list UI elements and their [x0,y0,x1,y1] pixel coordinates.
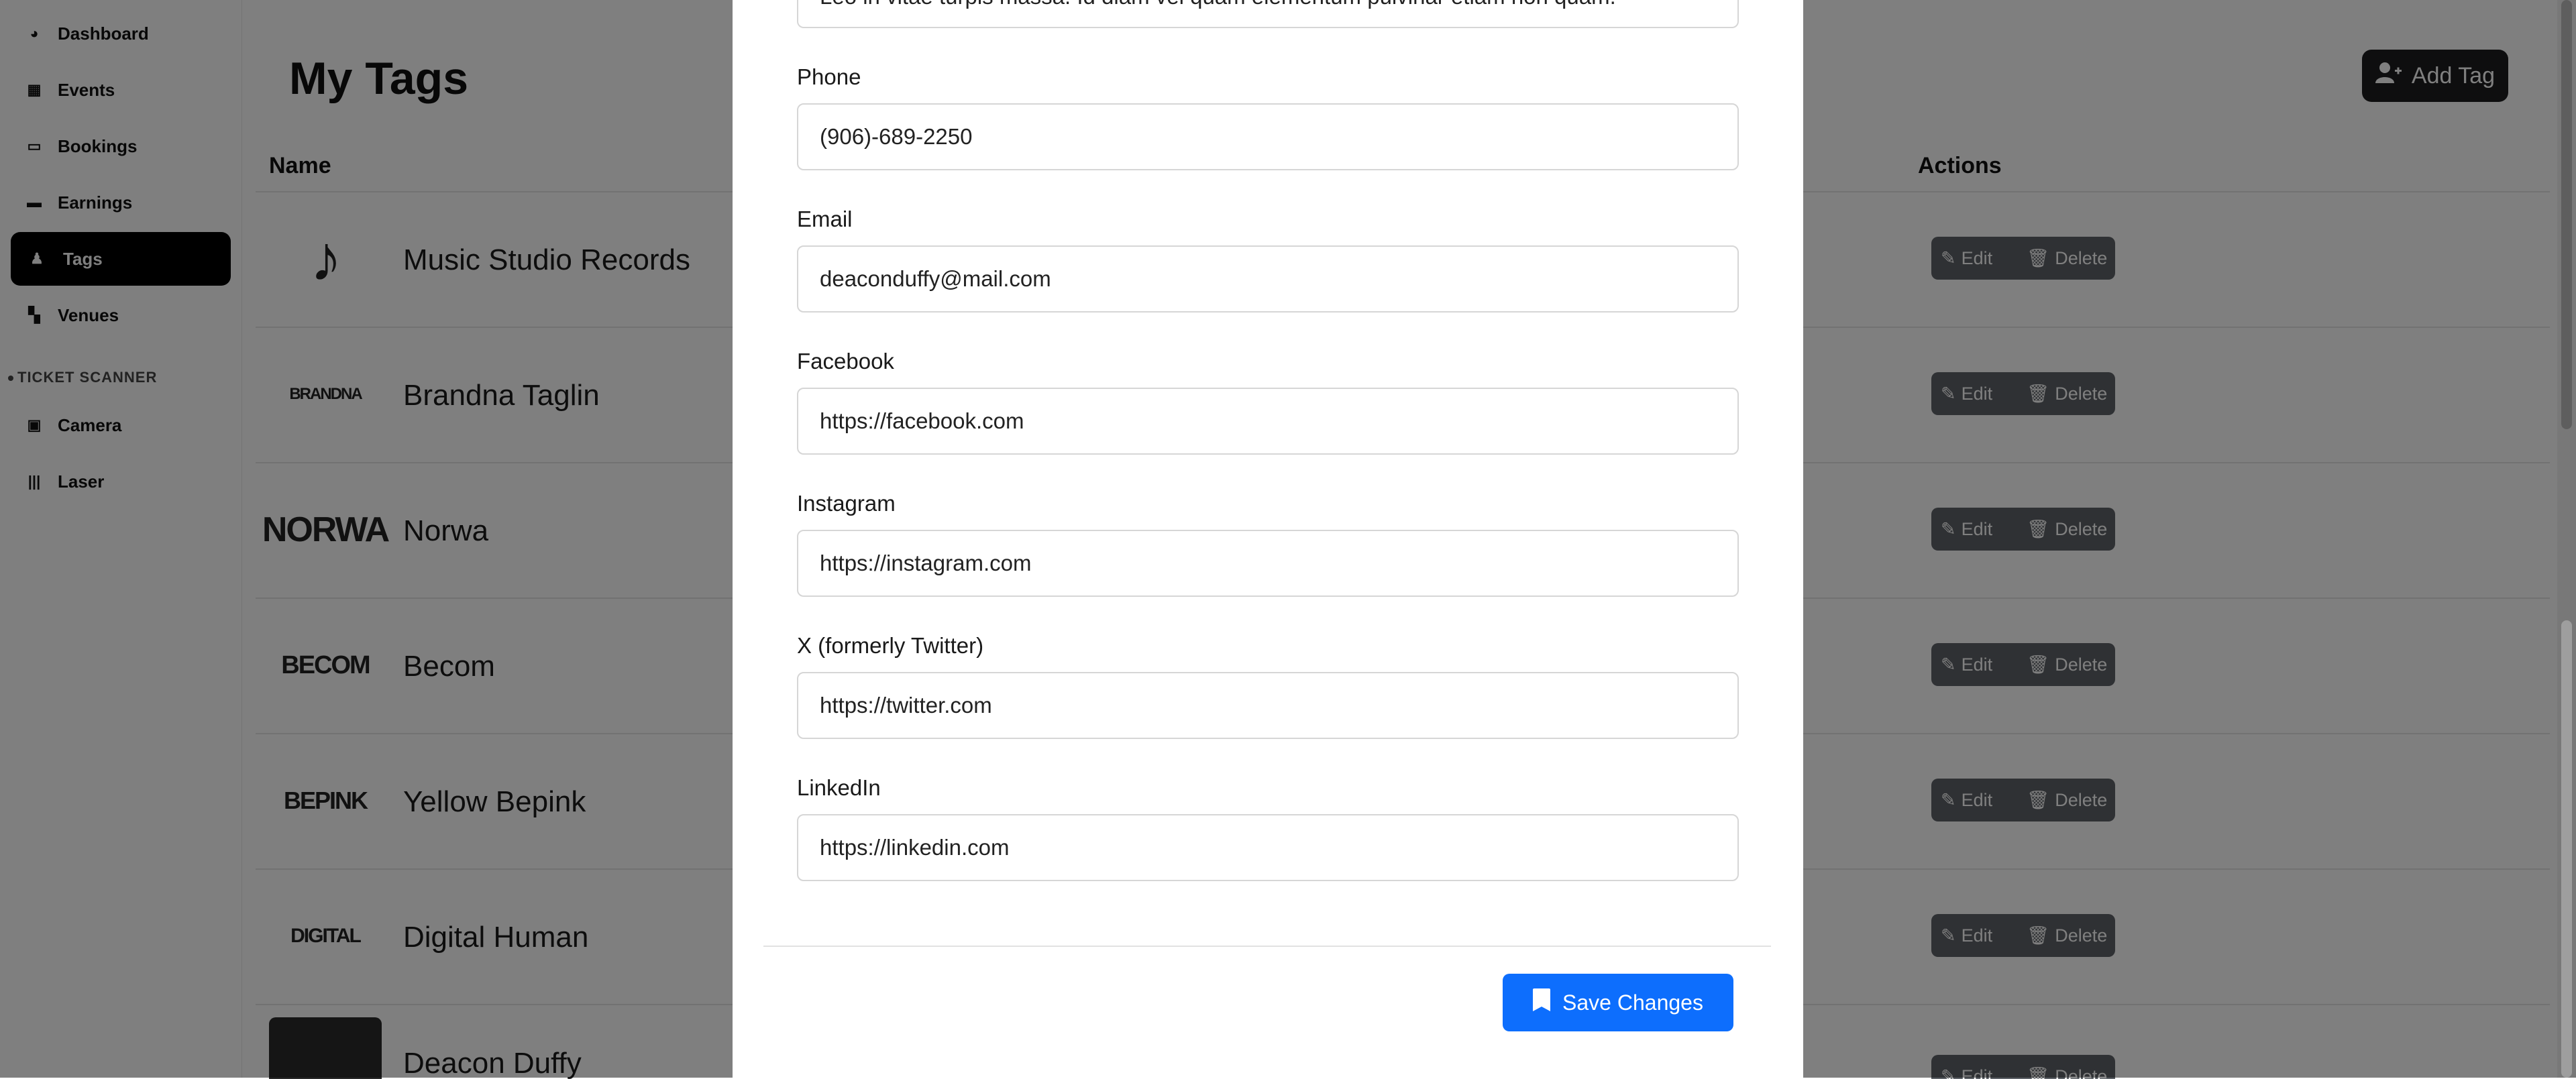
save-icon [1533,988,1550,1017]
modal-scrollbar-thumb[interactable] [2561,620,2572,1078]
description-field[interactable]: Leo in vitae turpis massa. Id diam vel q… [797,0,1739,28]
facebook-field[interactable] [797,388,1739,455]
instagram-field[interactable] [797,530,1739,597]
email-field[interactable] [797,245,1739,313]
instagram-label: Instagram [797,491,896,516]
linkedin-label: LinkedIn [797,775,881,801]
description-value: Leo in vitae turpis massa. Id diam vel q… [820,0,1716,9]
save-changes-label: Save Changes [1562,990,1703,1015]
twitter-field[interactable] [797,672,1739,739]
phone-field[interactable] [797,103,1739,170]
twitter-label: X (formerly Twitter) [797,633,983,659]
phone-label: Phone [797,64,861,90]
linkedin-field[interactable] [797,814,1739,881]
email-label: Email [797,207,853,232]
save-changes-button[interactable]: Save Changes [1503,974,1733,1031]
facebook-label: Facebook [797,349,894,374]
edit-tag-modal: Leo in vitae turpis massa. Id diam vel q… [733,0,1803,1078]
modal-footer-divider [763,946,1771,947]
